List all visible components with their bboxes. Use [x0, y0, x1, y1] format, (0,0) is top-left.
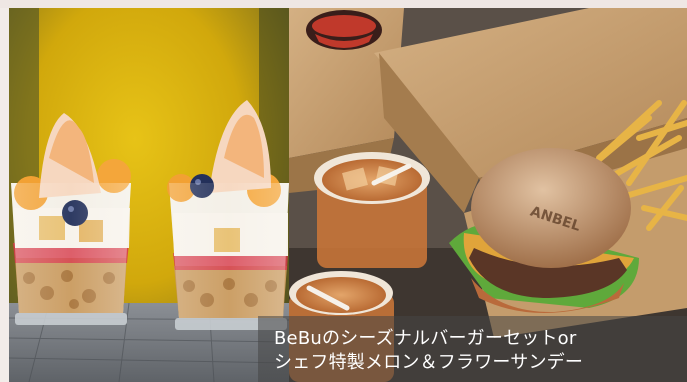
caption-line-1: BeBuのシーズナルバーガーセットor — [274, 328, 577, 349]
bebu-logo — [306, 10, 382, 50]
sundae-photo — [9, 8, 289, 382]
sundae-illustration — [9, 8, 289, 382]
photo-collage: ANBEL BeBuのシーズナルバーガーセットor シェフ特製メロン＆フラワーサ… — [0, 0, 687, 382]
caption-line-2: シェフ特製メロン＆フラワーサンデー — [274, 352, 584, 373]
iced-tea-cup-1 — [314, 152, 430, 268]
top-border — [0, 0, 687, 8]
